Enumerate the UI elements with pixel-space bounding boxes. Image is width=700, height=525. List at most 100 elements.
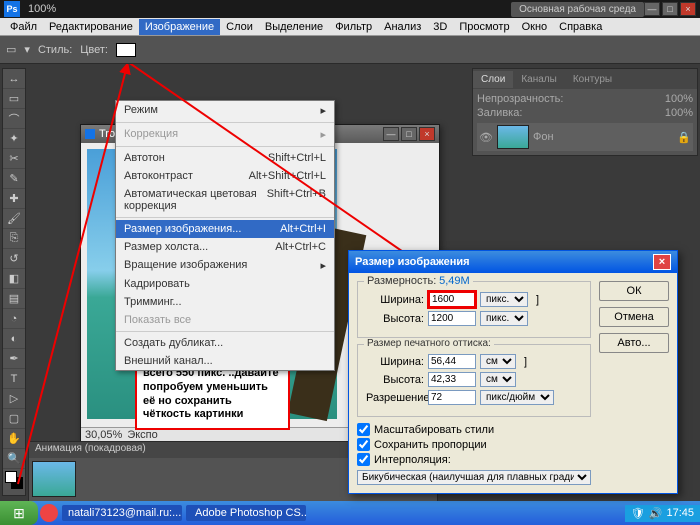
auto-button[interactable]: Авто...: [599, 333, 669, 353]
windows-logo-icon: ⊞: [13, 505, 25, 522]
doc-maximize[interactable]: □: [401, 127, 417, 141]
doc-icon: [85, 129, 95, 139]
color-swatches[interactable]: [3, 469, 25, 495]
marquee-tool[interactable]: ▭: [3, 89, 25, 109]
constrain-checkbox[interactable]: [357, 438, 370, 451]
image-size-dialog: Размер изображения × Размерность: 5,49М …: [348, 250, 678, 494]
height-label: Высота:: [366, 313, 424, 325]
task-item-photoshop[interactable]: Adobe Photoshop CS...: [186, 505, 306, 521]
print-width-unit[interactable]: см: [480, 354, 516, 369]
menu-item-image-size[interactable]: Размер изображения...Alt+Ctrl+I: [116, 220, 334, 238]
system-tray[interactable]: 🛡 🔊 17:45: [625, 505, 700, 522]
type-tool[interactable]: T: [3, 369, 25, 389]
dialog-close-button[interactable]: ×: [653, 254, 671, 270]
menu-item-autocontrast[interactable]: АвтоконтрастAlt+Shift+Ctrl+L: [116, 167, 334, 185]
zoom-tool[interactable]: 🔍: [3, 449, 25, 469]
print-width-input[interactable]: [428, 354, 476, 369]
menu-window[interactable]: Окно: [516, 19, 554, 35]
color-swatch[interactable]: [116, 43, 136, 57]
minimize-button[interactable]: —: [644, 2, 660, 16]
cancel-button[interactable]: Отмена: [599, 307, 669, 327]
menu-help[interactable]: Справка: [553, 19, 608, 35]
menu-layers[interactable]: Слои: [220, 19, 259, 35]
start-button[interactable]: ⊞: [0, 501, 38, 525]
menu-item-crop[interactable]: Кадрировать: [116, 275, 334, 293]
menu-item-revealall[interactable]: Показать все: [116, 311, 334, 329]
tab-channels[interactable]: Каналы: [513, 71, 565, 88]
path-tool[interactable]: ▷: [3, 389, 25, 409]
resolution-input[interactable]: [428, 390, 476, 405]
move-tool[interactable]: ↔: [3, 69, 25, 89]
menu-item-autotone[interactable]: АвтотонShift+Ctrl+L: [116, 149, 334, 167]
link-icon[interactable]: ]: [536, 294, 539, 306]
blur-tool[interactable]: ◔: [3, 309, 25, 329]
ok-button[interactable]: ОК: [599, 281, 669, 301]
menu-item-canvas-size[interactable]: Размер холста...Alt+Ctrl+C: [116, 238, 334, 256]
workspace-selector[interactable]: Основная рабочая среда: [511, 2, 644, 17]
lasso-tool[interactable]: ⌒: [3, 109, 25, 129]
tab-paths[interactable]: Контуры: [565, 71, 620, 88]
menu-image[interactable]: Изображение: [139, 19, 220, 35]
close-button[interactable]: ×: [680, 2, 696, 16]
crop-tool[interactable]: ✂: [3, 149, 25, 169]
doc-minimize[interactable]: —: [383, 127, 399, 141]
visibility-icon[interactable]: 👁: [479, 131, 493, 144]
menu-file[interactable]: Файл: [4, 19, 43, 35]
hand-tool[interactable]: ✋: [3, 429, 25, 449]
animation-frame[interactable]: [32, 461, 76, 497]
pen-tool[interactable]: ✒: [3, 349, 25, 369]
dodge-tool[interactable]: ◐: [3, 329, 25, 349]
menu-item-adjustments[interactable]: Коррекция▸: [116, 125, 334, 144]
gradient-tool[interactable]: ▤: [3, 289, 25, 309]
menu-bar: Файл Редактирование Изображение Слои Выд…: [0, 18, 700, 36]
layer-row[interactable]: 👁 Фон 🔒: [477, 123, 693, 151]
menu-item-apply[interactable]: Внешний канал...: [116, 352, 334, 370]
width-label: Ширина:: [366, 294, 424, 306]
interp-method-select[interactable]: Бикубическая (наилучшая для плавных град…: [357, 470, 591, 485]
marquee-icon[interactable]: ▭: [6, 43, 16, 56]
tray-icon[interactable]: 🔊: [649, 507, 663, 520]
menu-item-mode[interactable]: Режим▸: [116, 101, 334, 120]
scale-styles-checkbox[interactable]: [357, 423, 370, 436]
resolution-unit[interactable]: пикс/дюйм: [480, 390, 554, 405]
menu-item-trim[interactable]: Тримминг...: [116, 293, 334, 311]
width-input[interactable]: [428, 291, 476, 308]
width-unit[interactable]: пикс.: [480, 292, 528, 307]
menu-edit[interactable]: Редактирование: [43, 19, 139, 35]
menu-item-rotation[interactable]: Вращение изображения▸: [116, 256, 334, 275]
eyedropper-tool[interactable]: ✎: [3, 169, 25, 189]
opacity-label: Непрозрачность:: [477, 93, 563, 105]
menu-analysis[interactable]: Анализ: [378, 19, 427, 35]
menu-3d[interactable]: 3D: [427, 19, 453, 35]
tab-layers[interactable]: Слои: [473, 71, 513, 88]
wand-tool[interactable]: ✦: [3, 129, 25, 149]
fill-label: Заливка:: [477, 107, 522, 119]
interp-checkbox[interactable]: [357, 453, 370, 466]
eraser-tool[interactable]: ◧: [3, 269, 25, 289]
opacity-value[interactable]: 100%: [665, 93, 693, 105]
menu-select[interactable]: Выделение: [259, 19, 329, 35]
opera-icon[interactable]: [40, 504, 58, 522]
fill-value[interactable]: 100%: [665, 107, 693, 119]
brush-tool[interactable]: 🖌: [3, 209, 25, 229]
shape-tool[interactable]: ▢: [3, 409, 25, 429]
zoom-indicator: 100%: [28, 3, 56, 15]
style-label: Стиль:: [38, 44, 72, 56]
history-brush-tool[interactable]: ↺: [3, 249, 25, 269]
height-input[interactable]: [428, 311, 476, 326]
link-icon-2[interactable]: ]: [524, 356, 527, 368]
height-unit[interactable]: пикс.: [480, 311, 528, 326]
maximize-button[interactable]: □: [662, 2, 678, 16]
task-item-browser[interactable]: natali73123@mail.ru:...: [62, 505, 182, 521]
heal-tool[interactable]: ✚: [3, 189, 25, 209]
doc-close[interactable]: ×: [419, 127, 435, 141]
taskbar: ⊞ natali73123@mail.ru:... Adobe Photosho…: [0, 501, 700, 525]
print-height-unit[interactable]: см: [480, 372, 516, 387]
menu-view[interactable]: Просмотр: [453, 19, 515, 35]
menu-item-duplicate[interactable]: Создать дубликат...: [116, 334, 334, 352]
menu-filter[interactable]: Фильтр: [329, 19, 378, 35]
stamp-tool[interactable]: ⎘: [3, 229, 25, 249]
menu-item-autocolor[interactable]: Автоматическая цветовая коррекцияShift+C…: [116, 185, 334, 215]
print-height-input[interactable]: [428, 372, 476, 387]
tray-icon[interactable]: 🛡: [631, 507, 645, 520]
